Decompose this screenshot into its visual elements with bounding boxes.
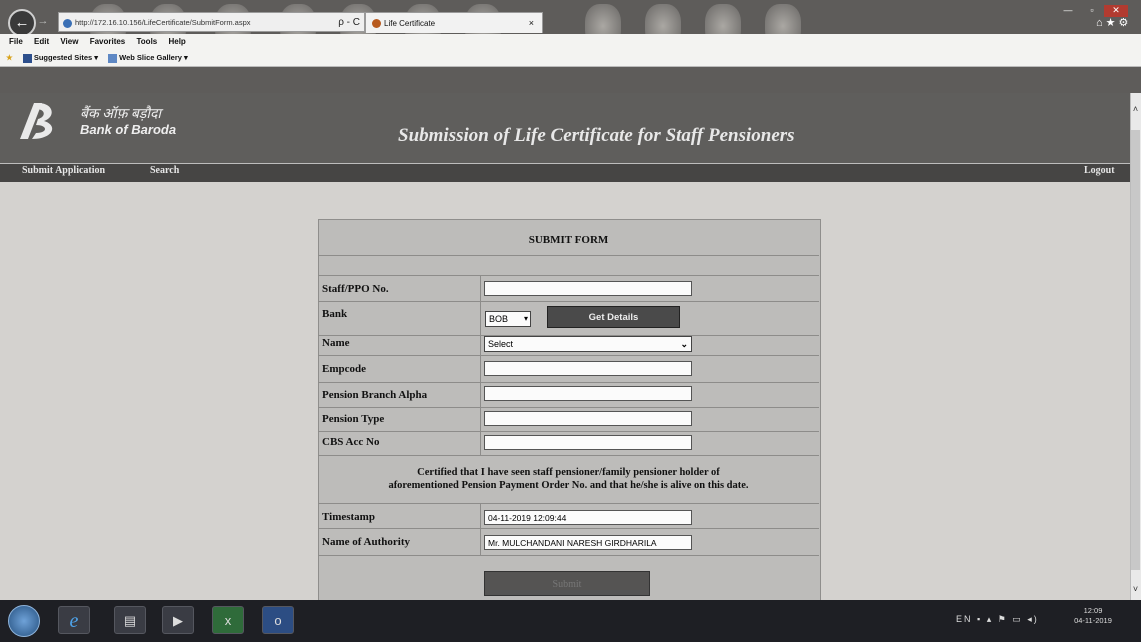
name-select[interactable]: Select ⌄ (484, 336, 692, 352)
certification-line-2: aforementioned Pension Payment Order No.… (388, 480, 749, 491)
menu-help[interactable]: Help (168, 37, 185, 46)
get-details-button[interactable]: Get Details (547, 306, 680, 328)
name-of-authority-input[interactable] (484, 535, 692, 550)
fav-web-slice-gallery[interactable]: Web Slice Gallery ▾ (108, 53, 188, 63)
form-column-divider (480, 275, 481, 455)
page-header: बैंक ऑफ़ बड़ौदा Bank of Baroda Submissio… (0, 93, 1130, 163)
form-divider (318, 503, 819, 504)
form-divider (318, 431, 819, 432)
chevron-down-icon: ⌄ (680, 339, 688, 349)
form-divider (318, 407, 819, 408)
menu-tools[interactable]: Tools (137, 37, 158, 46)
timestamp-input[interactable] (484, 510, 692, 525)
fav-suggested-sites[interactable]: Suggested Sites ▾ (22, 53, 98, 63)
nav-search[interactable]: Search (150, 165, 179, 176)
pension-type-input[interactable] (484, 411, 692, 426)
taskbar-clock[interactable]: 12:09 04-11-2019 (1073, 606, 1113, 626)
internet-explorer-icon[interactable]: e (58, 606, 90, 634)
form-divider (318, 275, 819, 276)
address-controls[interactable]: ρ - C (338, 13, 360, 33)
favorites-star-icon[interactable]: ★ (1106, 17, 1119, 29)
menu-bar: File Edit View Favorites Tools Help (0, 34, 1141, 50)
form-divider (318, 555, 819, 556)
form-divider (318, 528, 819, 529)
bank-of-baroda-logo-icon (20, 103, 53, 139)
scroll-up-icon[interactable]: ˄ (1130, 104, 1141, 114)
clock-time: 12:09 (1083, 606, 1103, 615)
page-title: Submission of Life Certificate for Staff… (398, 125, 795, 146)
address-bar[interactable]: http://172.16.10.156/LifeCertificate/Sub… (58, 12, 365, 32)
label-pension-type: Pension Type (322, 413, 385, 425)
home-icon[interactable]: ⌂ (1096, 17, 1106, 29)
menu-edit[interactable]: Edit (34, 37, 49, 46)
file-explorer-icon[interactable]: ▤ (114, 606, 146, 634)
clock-date: 04-11-2019 (1074, 616, 1112, 625)
bank-name: Bank of Baroda (80, 122, 177, 137)
address-url: http://172.16.10.156/LifeCertificate/Sub… (75, 18, 251, 27)
browser-toolbar-icons: ⌂★⚙ (1096, 16, 1131, 29)
nav-bar: Submit Application Search Logout (0, 163, 1130, 182)
name-select-value: Select (488, 339, 514, 349)
favorites-star-icon[interactable]: ★ (6, 53, 13, 62)
start-button-icon[interactable] (8, 605, 40, 637)
outlook-icon[interactable]: o (262, 606, 294, 634)
window-controls: — ▫ ✕ (1056, 0, 1141, 17)
bank-name-hindi: बैंक ऑफ़ बड़ौदा (80, 107, 162, 122)
form-divider (318, 355, 819, 356)
excel-icon[interactable]: x (212, 606, 244, 634)
scroll-thumb[interactable] (1131, 130, 1140, 570)
label-pension-branch-alpha: Pension Branch Alpha (322, 389, 428, 401)
chevron-down-icon: ▾ (523, 314, 528, 323)
web-slice-icon (108, 53, 118, 63)
system-tray-icons[interactable]: EN ▪ ▴ ⚑ ▭ ◂) (956, 614, 1039, 625)
label-name-of-authority: Name of Authority (322, 536, 410, 548)
tab-title: Life Certificate (384, 19, 436, 28)
bank-select-value: BOB (489, 314, 509, 324)
back-arrow-icon[interactable]: ← (8, 9, 36, 37)
form-column-divider (480, 503, 481, 555)
pension-branch-alpha-input[interactable] (484, 386, 692, 401)
menu-favorites[interactable]: Favorites (90, 37, 126, 46)
submit-button[interactable]: Submit (484, 571, 650, 596)
bank-select[interactable]: BOB ▾ (485, 311, 531, 327)
certification-statement: Certified that I have seen staff pension… (318, 466, 819, 492)
scroll-down-icon[interactable]: ˅ (1130, 584, 1141, 594)
form-divider (318, 301, 819, 302)
media-player-icon[interactable]: ▶ (162, 606, 194, 634)
menu-view[interactable]: View (60, 37, 78, 46)
bank-favicon-icon (372, 19, 381, 29)
form-title: SUBMIT FORM (528, 234, 609, 246)
form-divider (318, 255, 819, 256)
minimize-icon[interactable]: — (1056, 5, 1080, 17)
label-timestamp: Timestamp (322, 511, 375, 523)
tab-life-certificate[interactable]: Life Certificate × (365, 12, 543, 33)
label-empcode: Empcode (322, 363, 366, 375)
suggested-sites-icon (22, 53, 32, 63)
menu-file[interactable]: File (9, 37, 23, 46)
forward-arrow-icon[interactable]: → (36, 14, 50, 28)
label-bank: Bank (322, 308, 348, 320)
form-divider (318, 382, 819, 383)
form-divider (318, 455, 819, 456)
nav-submit-application[interactable]: Submit Application (22, 165, 105, 176)
nav-logout[interactable]: Logout (1084, 165, 1115, 176)
tab-close-icon[interactable]: × (529, 13, 534, 34)
empcode-input[interactable] (484, 361, 692, 376)
label-staff-ppo: Staff/PPO No. (322, 283, 389, 295)
label-cbs-acc-no: CBS Acc No (322, 436, 380, 448)
cbs-acc-no-input[interactable] (484, 435, 692, 450)
ie-page-icon (63, 18, 72, 28)
certification-line-1: Certified that I have seen staff pension… (417, 467, 720, 478)
settings-gear-icon[interactable]: ⚙ (1119, 17, 1132, 29)
staff-ppo-input[interactable] (484, 281, 692, 296)
label-name: Name (322, 337, 350, 349)
favorites-bar: ★ Suggested Sites ▾ Web Slice Gallery ▾ (0, 50, 1141, 67)
